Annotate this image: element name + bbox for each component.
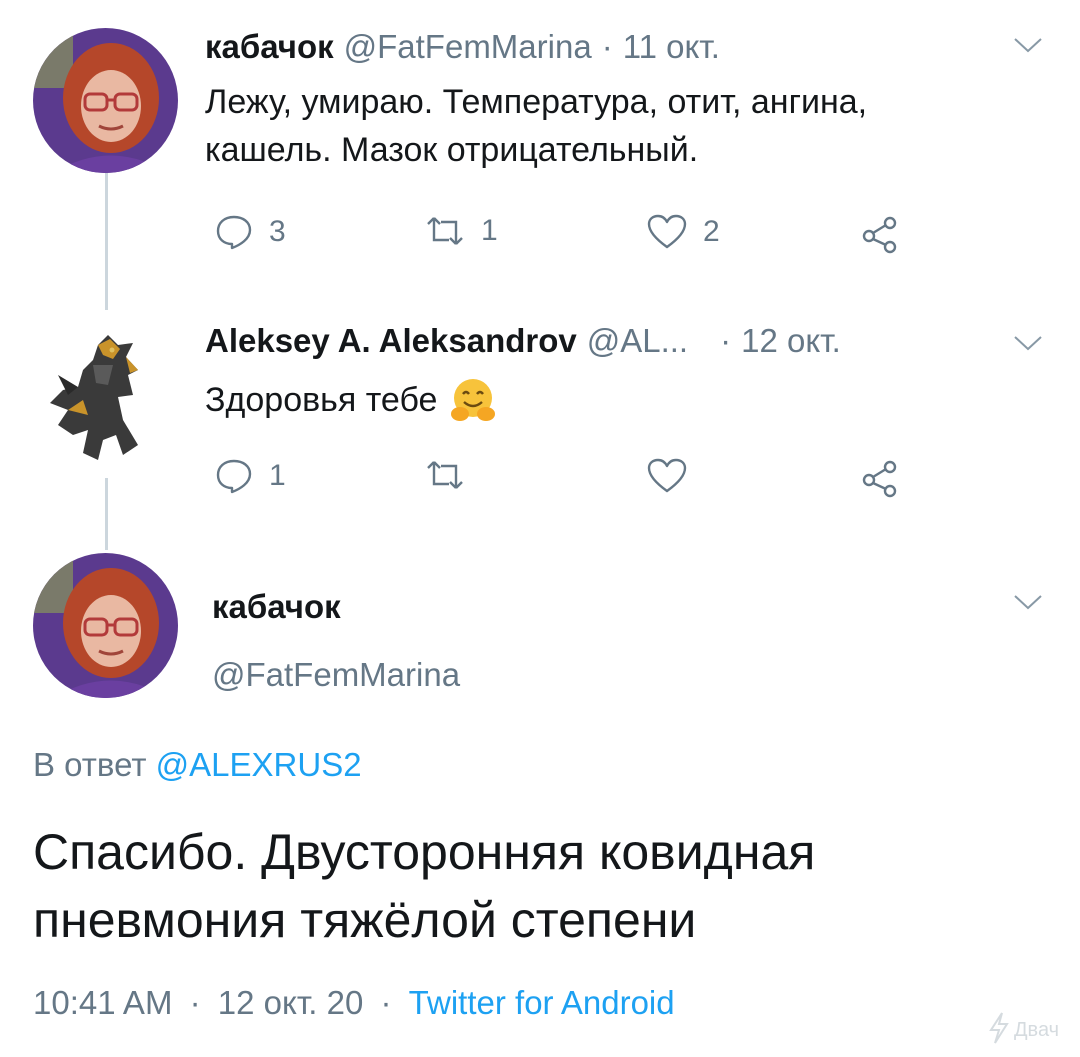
watermark: Двач [988, 1012, 1059, 1049]
reply-icon [215, 214, 253, 250]
author-handle[interactable]: @FatFemMarina [344, 28, 592, 66]
reply-to-link[interactable]: @ALEXRUS2 [156, 746, 362, 783]
reply-context-label: В ответ [33, 746, 147, 783]
author-handle[interactable]: @FatFemMarina [212, 656, 460, 694]
tweet-date[interactable]: 11 окт. [623, 28, 720, 66]
author-name[interactable]: кабачок [212, 588, 341, 626]
retweet-button[interactable]: 1 [425, 214, 498, 248]
separator: · [601, 28, 613, 65]
separator: · [720, 322, 732, 359]
heart-icon [647, 214, 687, 250]
chevron-down-icon[interactable] [1013, 36, 1043, 59]
thread-line [105, 155, 108, 310]
tweet-time: 10:41 AM [33, 984, 173, 1021]
tweet-text-line: кашель. Мазок отрицательный. [205, 131, 699, 169]
tweet-source-link[interactable]: Twitter for Android [409, 984, 675, 1021]
tweet-date[interactable]: 12 окт. [741, 322, 841, 360]
avatar[interactable] [38, 325, 168, 465]
share-button[interactable] [860, 214, 900, 254]
tweet-text-line: Лежу, умираю. Температура, отит, ангина, [205, 83, 868, 121]
author-handle[interactable]: @AL... [587, 322, 688, 360]
retweet-icon [425, 458, 465, 492]
author-name[interactable]: кабачок [205, 28, 334, 66]
hugging-face-emoji [449, 376, 497, 424]
share-button[interactable] [860, 458, 900, 498]
retweet-icon [425, 214, 465, 248]
author-name[interactable]: Aleksey A. Aleksandrov [205, 322, 577, 360]
avatar[interactable] [33, 553, 178, 698]
like-count: 2 [703, 215, 720, 248]
main-tweet-text-line: Спасибо. Двусторонняя ковидная [33, 824, 816, 880]
lightning-icon [988, 1012, 1010, 1049]
separator: · [189, 984, 201, 1021]
retweet-count: 1 [481, 214, 498, 247]
main-tweet-text-line: пневмония тяжёлой степени [33, 892, 697, 948]
separator: · [380, 984, 392, 1021]
reply-icon [215, 458, 253, 494]
share-icon [860, 458, 900, 498]
reply-count: 3 [269, 215, 286, 248]
reply-button[interactable]: 1 [215, 458, 286, 494]
like-button[interactable] [647, 458, 687, 494]
reply-count: 1 [269, 459, 286, 492]
reply-button[interactable]: 3 [215, 214, 286, 250]
retweet-button[interactable] [425, 458, 465, 492]
chevron-down-icon[interactable] [1013, 334, 1043, 357]
heart-icon [647, 458, 687, 494]
tweet-text: Здоровья тебе [205, 381, 438, 419]
watermark-text: Двач [1014, 1019, 1060, 1041]
tweet-date: 12 окт. 20 [217, 984, 364, 1021]
share-icon [860, 214, 900, 254]
thread-line [105, 478, 108, 550]
like-button[interactable]: 2 [647, 214, 720, 250]
avatar[interactable] [33, 28, 178, 173]
chevron-down-icon[interactable] [1013, 593, 1043, 616]
